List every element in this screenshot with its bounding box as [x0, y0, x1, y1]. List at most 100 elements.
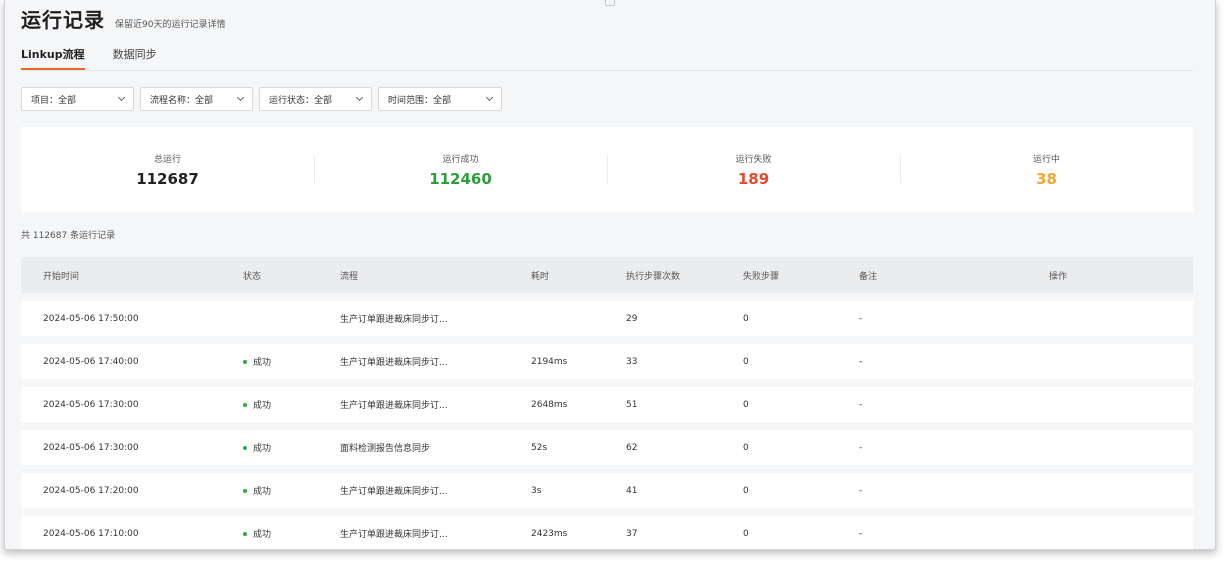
duration-cell: 2423ms [531, 528, 568, 539]
time-range-filter[interactable]: 时间范围：全部 [378, 87, 502, 111]
record-count: 共 112687 条运行记录 [21, 231, 116, 241]
status-cell: 成功 [243, 430, 271, 465]
chevron-down-icon [236, 93, 245, 102]
chevron-down-icon [117, 93, 126, 102]
start-time-cell: 2024-05-06 17:50:00 [43, 313, 139, 324]
tab-linkup-flow[interactable]: Linkup流程 [21, 46, 85, 70]
flow-name-link[interactable]: 生产订单跟进裁床同步订... [340, 344, 448, 379]
column-header-status: 状态 [243, 271, 262, 282]
column-header-failed-steps: 失败步骤 [743, 271, 780, 282]
step-count-cell: 29 [626, 313, 638, 324]
stat-fail: 运行失败 189 [607, 127, 900, 212]
status-cell: 成功 [243, 516, 272, 549]
success-dot-icon [243, 531, 247, 536]
table-row[interactable]: 2024-05-06 17:50:00 生产订单跟进裁床同步订... 29 0 … [21, 301, 1193, 336]
column-header-actions: 操作 [1049, 271, 1068, 282]
tab-bar: Linkup流程 数据同步 [21, 46, 1193, 71]
app-window: 运行记录 保留近90天的运行记录详情 Linkup流程 数据同步 项目：全部 流… [4, 0, 1216, 550]
failed-steps-cell: 0 [743, 528, 749, 539]
flow-name-filter-label: 流程名称：全部 [150, 95, 214, 106]
chevron-down-icon [355, 93, 364, 102]
stat-success-label: 运行成功 [442, 154, 479, 165]
column-header-step-count: 执行步骤次数 [626, 271, 681, 282]
stat-success-value: 112460 [429, 169, 492, 188]
run-status-filter-label: 运行状态：全部 [269, 95, 333, 106]
stat-fail-value: 189 [737, 169, 770, 188]
status-text: 成功 [253, 358, 272, 368]
success-dot-icon [243, 488, 247, 493]
stat-running-label: 运行中 [1032, 154, 1060, 165]
start-time-cell: 2024-05-06 17:30:00 [43, 399, 139, 410]
start-time-cell: 2024-05-06 17:40:00 [43, 356, 139, 367]
table-header-row: 开始时间 状态 流程 耗时 执行步骤次数 失败步骤 备注 操作 [21, 257, 1193, 293]
page-subtitle: 保留近90天的运行记录详情 [115, 20, 226, 30]
duration-cell: 2648ms [531, 399, 568, 410]
column-header-note: 备注 [859, 271, 878, 282]
note-cell: - [859, 485, 863, 496]
filter-bar: 项目：全部 流程名称：全部 运行状态：全部 时间范围：全部 [21, 87, 502, 111]
success-dot-icon [243, 445, 247, 450]
start-time-cell: 2024-05-06 17:30:00 [43, 442, 139, 453]
step-count-cell: 33 [626, 356, 638, 367]
failed-steps-cell: 0 [743, 313, 749, 324]
note-cell: - [859, 442, 863, 453]
stat-success: 运行成功 112460 [314, 127, 607, 212]
page-title: 运行记录 [21, 8, 105, 32]
step-count-cell: 62 [626, 442, 638, 453]
step-count-cell: 41 [626, 485, 638, 496]
table-row[interactable]: 2024-05-06 17:10:00 成功 生产订单跟进裁床同步订... 24… [21, 516, 1193, 549]
stat-running-value: 38 [1036, 169, 1057, 188]
flow-name-link[interactable]: 生产订单跟进裁床同步订... [340, 516, 448, 549]
table-row[interactable]: 2024-05-06 17:20:00 成功 生产订单跟进裁床同步订... 3s… [21, 473, 1193, 508]
window-notch-icon [605, 0, 615, 6]
run-status-filter[interactable]: 运行状态：全部 [259, 87, 372, 111]
project-filter-label: 项目：全部 [31, 95, 77, 106]
stat-total-label: 总运行 [153, 154, 181, 165]
column-header-start-time: 开始时间 [43, 271, 80, 282]
status-cell: 成功 [243, 473, 271, 508]
flow-name-link[interactable]: 生产订单跟进裁床同步订... [340, 473, 448, 508]
flow-name-filter[interactable]: 流程名称：全部 [140, 87, 253, 111]
step-count-cell: 37 [626, 528, 638, 539]
failed-steps-cell: 0 [743, 356, 749, 367]
table-row[interactable]: 2024-05-06 17:30:00 成功 生产订单跟进裁床同步订... 26… [21, 387, 1193, 422]
status-cell: 成功 [243, 387, 271, 422]
project-filter[interactable]: 项目：全部 [21, 87, 134, 111]
status-text: 成功 [253, 401, 272, 411]
status-cell: 成功 [243, 344, 271, 379]
start-time-cell: 2024-05-06 17:10:00 [43, 528, 139, 539]
flow-name-link[interactable]: 生产订单跟进裁床同步订... [340, 387, 448, 422]
stat-fail-label: 运行失败 [735, 154, 772, 165]
status-text: 成功 [253, 444, 272, 454]
column-header-duration: 耗时 [531, 271, 550, 282]
duration-cell: 3s [531, 485, 542, 496]
flow-name-link[interactable]: 面料检测报告信息同步 [340, 430, 430, 465]
tab-data-sync[interactable]: 数据同步 [113, 46, 157, 70]
page-header: 运行记录 保留近90天的运行记录详情 [21, 4, 225, 33]
column-header-flow: 流程 [340, 271, 359, 282]
failed-steps-cell: 0 [743, 485, 749, 496]
status-text: 成功 [253, 487, 272, 497]
note-cell: - [859, 356, 863, 367]
failed-steps-cell: 0 [743, 442, 749, 453]
note-cell: - [859, 399, 863, 410]
stat-total-value: 112687 [136, 169, 199, 188]
success-dot-icon [243, 402, 247, 407]
duration-cell: 2194ms [531, 356, 568, 367]
table-row[interactable]: 2024-05-06 17:30:00 成功 面料检测报告信息同步 52s 62… [21, 430, 1193, 465]
chevron-down-icon [485, 93, 494, 102]
failed-steps-cell: 0 [743, 399, 749, 410]
duration-cell: 52s [531, 442, 548, 453]
table-row[interactable]: 2024-05-06 17:40:00 成功 生产订单跟进裁床同步订... 21… [21, 344, 1193, 379]
stat-running: 运行中 38 [900, 127, 1193, 212]
start-time-cell: 2024-05-06 17:20:00 [43, 485, 139, 496]
stats-panel: 总运行 112687 运行成功 112460 运行失败 189 运行中 38 [21, 127, 1193, 212]
note-cell: - [859, 528, 863, 539]
status-text: 成功 [253, 530, 272, 540]
step-count-cell: 51 [626, 399, 638, 410]
flow-name-link[interactable]: 生产订单跟进裁床同步订... [340, 301, 448, 336]
note-cell: - [859, 313, 863, 324]
time-range-filter-label: 时间范围：全部 [388, 95, 452, 106]
stat-total: 总运行 112687 [21, 127, 314, 212]
success-dot-icon [243, 359, 247, 364]
